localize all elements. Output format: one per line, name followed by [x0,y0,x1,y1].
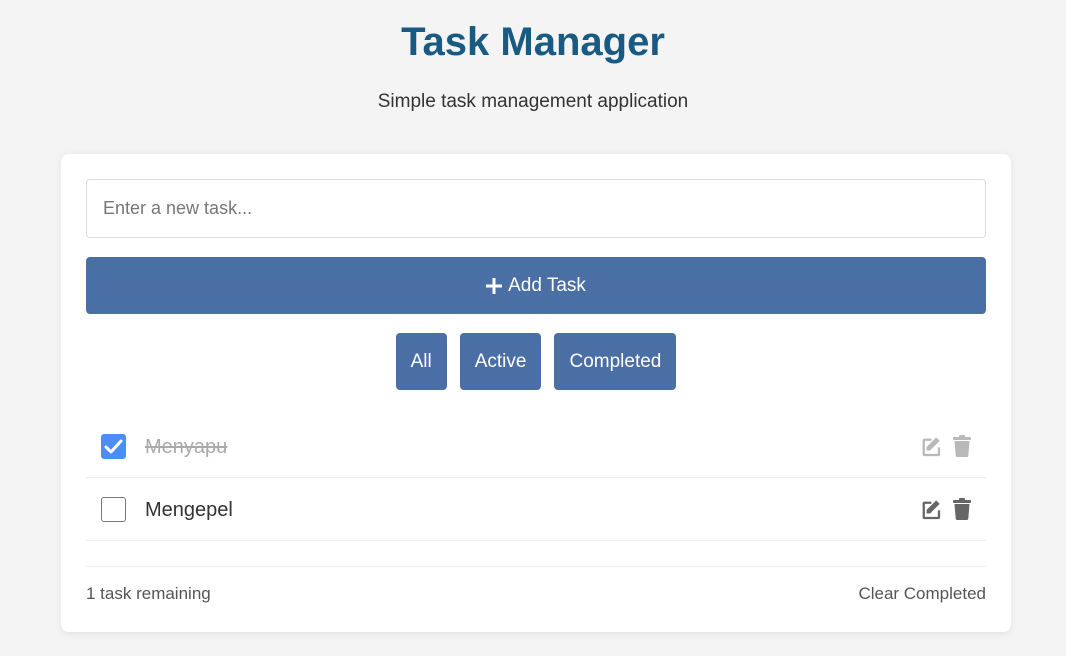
plus-icon [486,277,503,294]
edit-icon[interactable] [920,436,941,457]
check-icon [104,439,123,454]
add-task-button[interactable]: Add Task [86,257,986,314]
footer-divider [86,566,986,567]
new-task-input[interactable] [86,179,986,238]
tasks-remaining-count: 1 task remaining [86,584,211,603]
filter-completed-button[interactable]: Completed [554,333,677,390]
edit-icon[interactable] [920,499,941,520]
add-task-label: Add Task [508,274,586,296]
task-list: Menyapu Mengepel [86,415,986,541]
task-item: Menyapu [86,415,986,478]
task-item: Mengepel [86,478,986,541]
page-subtitle: Simple task management application [377,91,689,112]
filter-all-button[interactable]: All [395,333,447,390]
task-checkbox[interactable] [101,434,126,459]
task-text: Mengepel [145,499,233,521]
task-card: Add Task All Active Completed Menyapu [61,154,1011,632]
task-text: Menyapu [145,436,228,458]
trash-icon[interactable] [953,498,971,520]
clear-completed-button[interactable]: Clear Completed [858,584,986,604]
task-checkbox[interactable] [101,497,126,522]
page-title: Task Manager [401,20,665,64]
trash-icon[interactable] [953,435,971,457]
filter-group: All Active Completed [61,333,1011,390]
filter-active-button[interactable]: Active [459,333,542,390]
